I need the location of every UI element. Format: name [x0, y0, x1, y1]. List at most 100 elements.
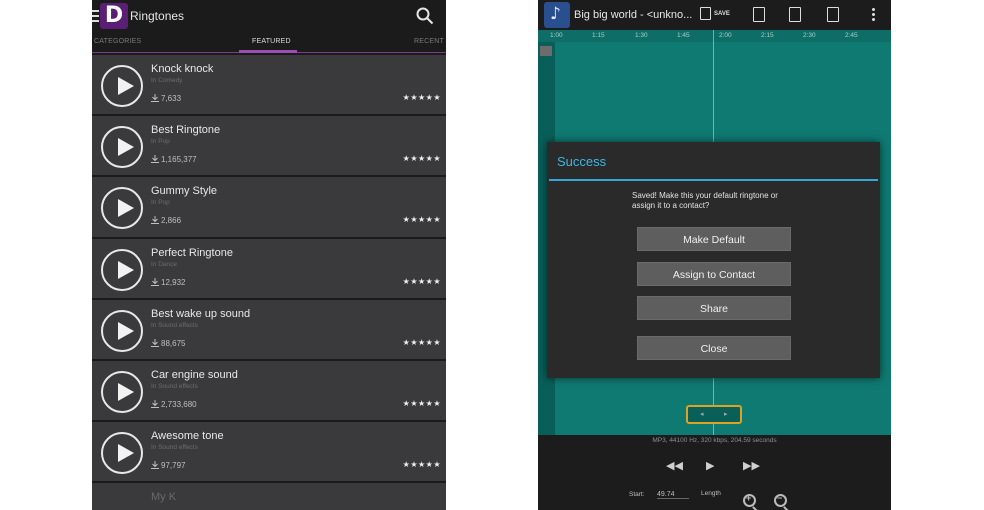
ringtone-name: My K	[151, 491, 177, 504]
ringtone-category: In Sound effects	[151, 444, 198, 452]
timeline-tick: 2:30	[803, 32, 816, 39]
dialog-divider	[549, 179, 878, 181]
length-label: Length	[701, 490, 721, 497]
copy-icon[interactable]	[753, 7, 765, 22]
timeline-tick: 2:00	[719, 32, 732, 39]
start-field[interactable]: 49.74	[657, 491, 689, 499]
download-count: 12,932	[151, 277, 185, 287]
save-button[interactable]: SAVE	[700, 7, 730, 23]
play-icon[interactable]	[101, 187, 143, 230]
timeline-tick: 2:15	[761, 32, 774, 39]
ringtone-category: In Pop	[151, 199, 170, 207]
download-count: 97,797	[151, 461, 185, 470]
start-label: Start:	[629, 491, 645, 498]
share-button[interactable]: Share	[637, 296, 791, 320]
rating-stars: ★★★★★	[402, 460, 441, 470]
list-item[interactable]: Gummy Style In Pop 2,866 ★★★★★	[92, 177, 446, 239]
ringtone-name: Car engine sound	[151, 368, 238, 381]
zedge-logo[interactable]: D	[100, 3, 128, 29]
app-title: Ringtones	[130, 9, 185, 23]
music-note-icon[interactable]	[544, 2, 570, 28]
play-icon[interactable]: ▶	[706, 459, 714, 472]
file-info: MP3, 44100 Hz, 320 kbps, 204.59 seconds	[652, 437, 777, 444]
ringtone-category: In Pop	[151, 138, 170, 146]
download-count: 2,733,680	[151, 399, 197, 409]
ringtone-name: Best Ringtone	[151, 124, 221, 137]
close-button[interactable]: Close	[637, 336, 791, 360]
download-count-value: 1,165,377	[161, 155, 197, 165]
menu-icon[interactable]	[92, 10, 99, 22]
download-icon	[151, 216, 159, 225]
zoom-out-icon[interactable]: −	[774, 493, 787, 507]
download-icon	[151, 399, 159, 408]
timeline-tick: 1:45	[677, 32, 690, 39]
download-icon	[151, 338, 159, 347]
ringtone-category: In Comedy	[151, 77, 183, 84]
ringtone-category: In Sound effects	[151, 321, 198, 329]
play-icon[interactable]	[101, 432, 143, 475]
timeline-tick: 1:30	[635, 32, 648, 39]
download-icon	[151, 155, 159, 164]
start-marker[interactable]	[540, 46, 552, 56]
ringtone-name: Best wake up sound	[151, 307, 251, 320]
rating-stars: ★★★★★	[402, 215, 441, 225]
search-icon[interactable]	[416, 7, 434, 25]
list-item[interactable]: My K	[92, 483, 446, 510]
download-icon	[151, 277, 159, 286]
exit-icon[interactable]	[789, 7, 801, 22]
assign-to-contact-button[interactable]: Assign to Contact	[637, 262, 791, 286]
dialog-message: Saved! Make this your default ringtone o…	[632, 191, 778, 210]
tab-indicator	[239, 50, 297, 53]
tab-featured[interactable]: FEATURED	[252, 38, 291, 45]
download-count-value: 97,797	[161, 461, 186, 471]
tab-categories[interactable]: CATEGORIES	[94, 38, 141, 45]
chevron-right-icon: ▸	[724, 411, 728, 418]
ringtone-name: Perfect Ringtone	[151, 246, 233, 259]
fast-forward-icon[interactable]: ▶▶	[743, 459, 760, 472]
make-default-button[interactable]: Make Default	[637, 227, 791, 251]
download-count-value: 2,866	[161, 216, 182, 226]
success-dialog: Success Saved! Make this your default ri…	[547, 142, 880, 378]
song-title: Big big world - <unkno...	[574, 9, 693, 21]
play-icon[interactable]	[101, 126, 143, 169]
list-item[interactable]: Best Ringtone In Pop 1,165,377 ★★★★★	[92, 116, 446, 178]
rating-stars: ★★★★★	[402, 276, 441, 286]
play-icon[interactable]	[101, 309, 143, 352]
rewind-icon[interactable]: ◀◀	[666, 459, 683, 472]
list-item[interactable]: Perfect Ringtone In Dance 12,932 ★★★★★	[92, 238, 446, 300]
clipboard-icon[interactable]	[827, 7, 839, 22]
save-label: SAVE	[714, 11, 730, 17]
chevron-left-icon: ◂	[700, 411, 704, 418]
timeline-ruler: 1:00 1:15 1:30 1:45 2:00 2:15 2:30 2:45	[538, 30, 891, 42]
ringtone-name: Gummy Style	[151, 185, 218, 198]
list-item[interactable]: Car engine sound In Sound effects 2,733,…	[92, 360, 446, 423]
timeline-tick: 1:00	[550, 32, 563, 39]
rating-stars: ★★★★★	[402, 398, 441, 408]
download-count: 2,866	[151, 216, 181, 225]
rating-stars: ★★★★★	[402, 154, 441, 164]
ringtones-screen: D Ringtones CATEGORIES FEATURED RECENT K…	[92, 0, 446, 510]
download-count: 88,675	[151, 338, 186, 348]
timeline-tick: 1:15	[592, 32, 605, 39]
end-handle[interactable]: ◂ ▸	[686, 405, 742, 424]
tab-recent[interactable]: RECENT	[414, 38, 444, 45]
overflow-menu-icon[interactable]	[872, 8, 875, 23]
download-count-value: 88,675	[161, 338, 186, 348]
play-icon[interactable]	[101, 370, 143, 413]
ringtone-name: Awesome tone	[151, 430, 224, 443]
play-icon[interactable]	[101, 65, 143, 107]
play-icon[interactable]	[101, 248, 143, 291]
ringtone-name: Knock knock	[151, 63, 214, 75]
screenshot-canvas: D Ringtones CATEGORIES FEATURED RECENT K…	[0, 0, 984, 510]
download-count: 1,165,377	[151, 155, 197, 164]
zoom-in-icon[interactable]: +	[743, 493, 756, 507]
dialog-title: Success	[557, 154, 607, 169]
list-item[interactable]: Awesome tone In Sound effects 97,797 ★★★…	[92, 422, 446, 484]
editor-controls	[538, 435, 891, 510]
ringtones-action-bar: D Ringtones	[92, 0, 446, 32]
rating-stars: ★★★★★	[402, 93, 441, 102]
list-item[interactable]: Best wake up sound In Sound effects 88,6…	[92, 299, 446, 361]
list-item[interactable]: Knock knock In Comedy 7,633 ★★★★★	[92, 55, 446, 117]
download-count-value: 2,733,680	[161, 399, 197, 409]
ringtone-category: In Dance	[151, 260, 178, 268]
